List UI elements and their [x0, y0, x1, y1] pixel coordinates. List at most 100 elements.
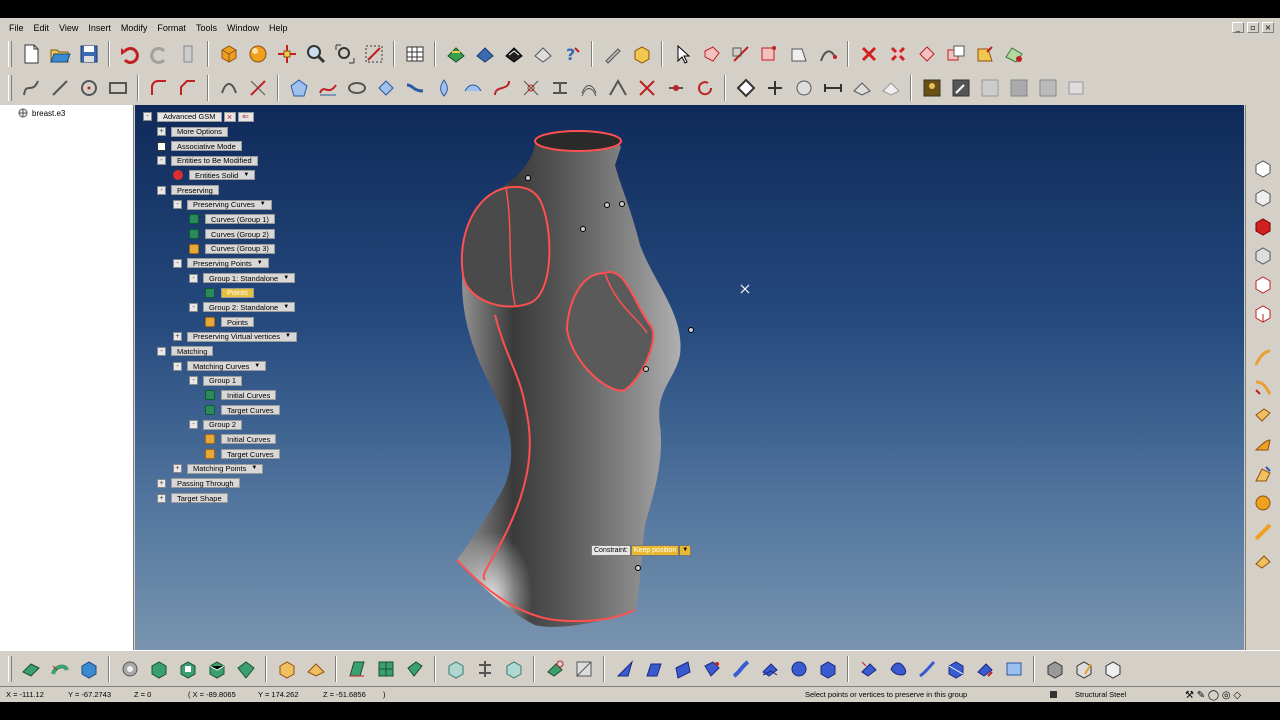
fillet-icon[interactable]	[145, 75, 172, 102]
options-row[interactable]: + Target Shape	[157, 493, 228, 504]
shade-icon[interactable]	[471, 41, 498, 68]
collapse-icon[interactable]: -	[173, 361, 182, 371]
arc-icon[interactable]	[215, 75, 242, 102]
expand-icon[interactable]: +	[157, 493, 166, 503]
options-row[interactable]: Points	[205, 287, 254, 298]
chevron-down-icon[interactable]: ▼	[254, 362, 260, 371]
face-blend-icon[interactable]	[727, 655, 754, 682]
options-row[interactable]: Initial Curves	[205, 434, 277, 445]
undo-icon[interactable]	[116, 41, 143, 68]
image-icon[interactable]	[918, 75, 945, 102]
deform-icon[interactable]	[1000, 655, 1027, 682]
options-row-label[interactable]: Preserving	[171, 185, 219, 196]
chevron-down-icon[interactable]: ▼	[285, 332, 291, 341]
curve-fit-icon[interactable]	[314, 75, 341, 102]
options-row-label[interactable]: Matching Curves ▼	[187, 361, 267, 372]
options-row-label[interactable]: Matching Points ▼	[187, 463, 264, 474]
pencil-edit-icon[interactable]	[947, 75, 974, 102]
options-row-label[interactable]: Entities Solid ▼	[189, 170, 256, 181]
wrap-icon[interactable]	[884, 655, 911, 682]
boolean-subtract-icon[interactable]	[174, 655, 201, 682]
boolean-add-icon[interactable]	[145, 655, 172, 682]
menu-modify[interactable]: Modify	[116, 18, 153, 38]
expand-icon[interactable]: +	[173, 332, 182, 342]
options-row[interactable]: - Group 1	[189, 375, 243, 386]
options-row[interactable]: - Preserving	[157, 185, 219, 196]
checkbox[interactable]	[157, 141, 166, 151]
options-row[interactable]: Curves (Group 3)	[189, 243, 275, 254]
diamond-icon[interactable]	[732, 75, 759, 102]
select-vertex-icon[interactable]	[756, 41, 783, 68]
twist-icon[interactable]	[942, 655, 969, 682]
measure-icon[interactable]	[819, 75, 846, 102]
revolve-icon[interactable]	[1246, 430, 1279, 459]
options-row-label[interactable]: Target Curves	[221, 405, 280, 416]
dimension-icon[interactable]	[761, 75, 788, 102]
line-icon[interactable]	[46, 75, 73, 102]
options-row-label[interactable]: Initial Curves	[221, 390, 277, 401]
options-row-label[interactable]: Associative Mode	[171, 141, 242, 152]
options-row[interactable]: Points	[205, 317, 254, 328]
delete-face-icon[interactable]	[884, 41, 911, 68]
shell-icon[interactable]	[116, 655, 143, 682]
collapse-icon[interactable]: -	[189, 302, 198, 312]
back-arrow-icon[interactable]: ⇐	[237, 111, 254, 122]
options-row-label[interactable]: Group 1	[203, 375, 243, 386]
drop-icon[interactable]	[430, 75, 457, 102]
trim-icon[interactable]	[244, 75, 271, 102]
collapse-icon[interactable]: -	[189, 376, 198, 386]
lattice-icon[interactable]	[372, 655, 399, 682]
texture-paint-icon[interactable]	[1063, 75, 1090, 102]
sphere-icon[interactable]	[244, 41, 271, 68]
grid-icon[interactable]	[401, 41, 428, 68]
projection-icon[interactable]	[546, 75, 573, 102]
select-curve-icon[interactable]	[814, 41, 841, 68]
ellipse-icon[interactable]	[343, 75, 370, 102]
menu-insert[interactable]: Insert	[83, 18, 116, 38]
options-row[interactable]: - Group 1: Standalone ▼	[189, 273, 296, 284]
mirror-icon[interactable]	[848, 75, 875, 102]
options-row-label[interactable]: Group 2	[203, 419, 243, 430]
collapse-icon[interactable]: -	[157, 156, 166, 166]
options-row[interactable]: - Matching	[157, 346, 214, 357]
free-curve-icon[interactable]	[488, 75, 515, 102]
options-row-label[interactable]: Points	[221, 287, 254, 298]
box-wire-icon[interactable]	[1070, 655, 1097, 682]
options-row-label[interactable]: Preserving Virtual vertices ▼	[187, 331, 297, 342]
copy-icon[interactable]	[942, 41, 969, 68]
options-row-label[interactable]: Preserving Curves ▼	[187, 199, 272, 210]
stretch-icon[interactable]	[971, 655, 998, 682]
part-box-icon[interactable]	[273, 655, 300, 682]
stack-icon[interactable]	[500, 655, 527, 682]
view-top-icon[interactable]	[1246, 211, 1279, 240]
options-row[interactable]: - Preserving Points ▼	[173, 258, 269, 269]
torso-model[interactable]	[135, 105, 1244, 650]
options-row-label[interactable]: Preserving Points ▼	[187, 258, 269, 269]
view-right-icon[interactable]	[1246, 298, 1279, 327]
options-row-label[interactable]: Group 1: Standalone ▼	[203, 273, 296, 284]
menu-window[interactable]: Window	[222, 18, 264, 38]
face-replace-icon[interactable]	[698, 655, 725, 682]
rotate-body-icon[interactable]	[541, 655, 568, 682]
offset-surface-icon[interactable]	[1246, 546, 1279, 575]
options-row-label[interactable]: Matching	[171, 346, 214, 357]
close-icon[interactable]: ×	[1262, 22, 1274, 33]
rotate-icon[interactable]	[691, 75, 718, 102]
snap-icon[interactable]	[790, 75, 817, 102]
chevron-down-icon[interactable]: ▼	[283, 303, 289, 312]
save-icon[interactable]	[75, 41, 102, 68]
render-icon[interactable]	[442, 41, 469, 68]
blend-icon[interactable]	[401, 75, 428, 102]
options-row[interactable]: - Group 2	[189, 419, 243, 430]
help-icon[interactable]: ?	[558, 41, 585, 68]
options-row[interactable]: + More Options	[157, 126, 229, 137]
zoom-icon[interactable]	[302, 41, 329, 68]
zoom-window-icon[interactable]	[360, 41, 387, 68]
select-body-icon[interactable]	[785, 41, 812, 68]
collapse-icon[interactable]: -	[173, 200, 182, 210]
collapse-icon[interactable]: -	[173, 258, 182, 268]
delete-icon[interactable]	[855, 41, 882, 68]
collapse-icon[interactable]: -	[157, 185, 166, 195]
constraint-dropdown[interactable]: Constraint: Keep position ▼	[591, 545, 692, 556]
face-tilt-icon[interactable]	[669, 655, 696, 682]
